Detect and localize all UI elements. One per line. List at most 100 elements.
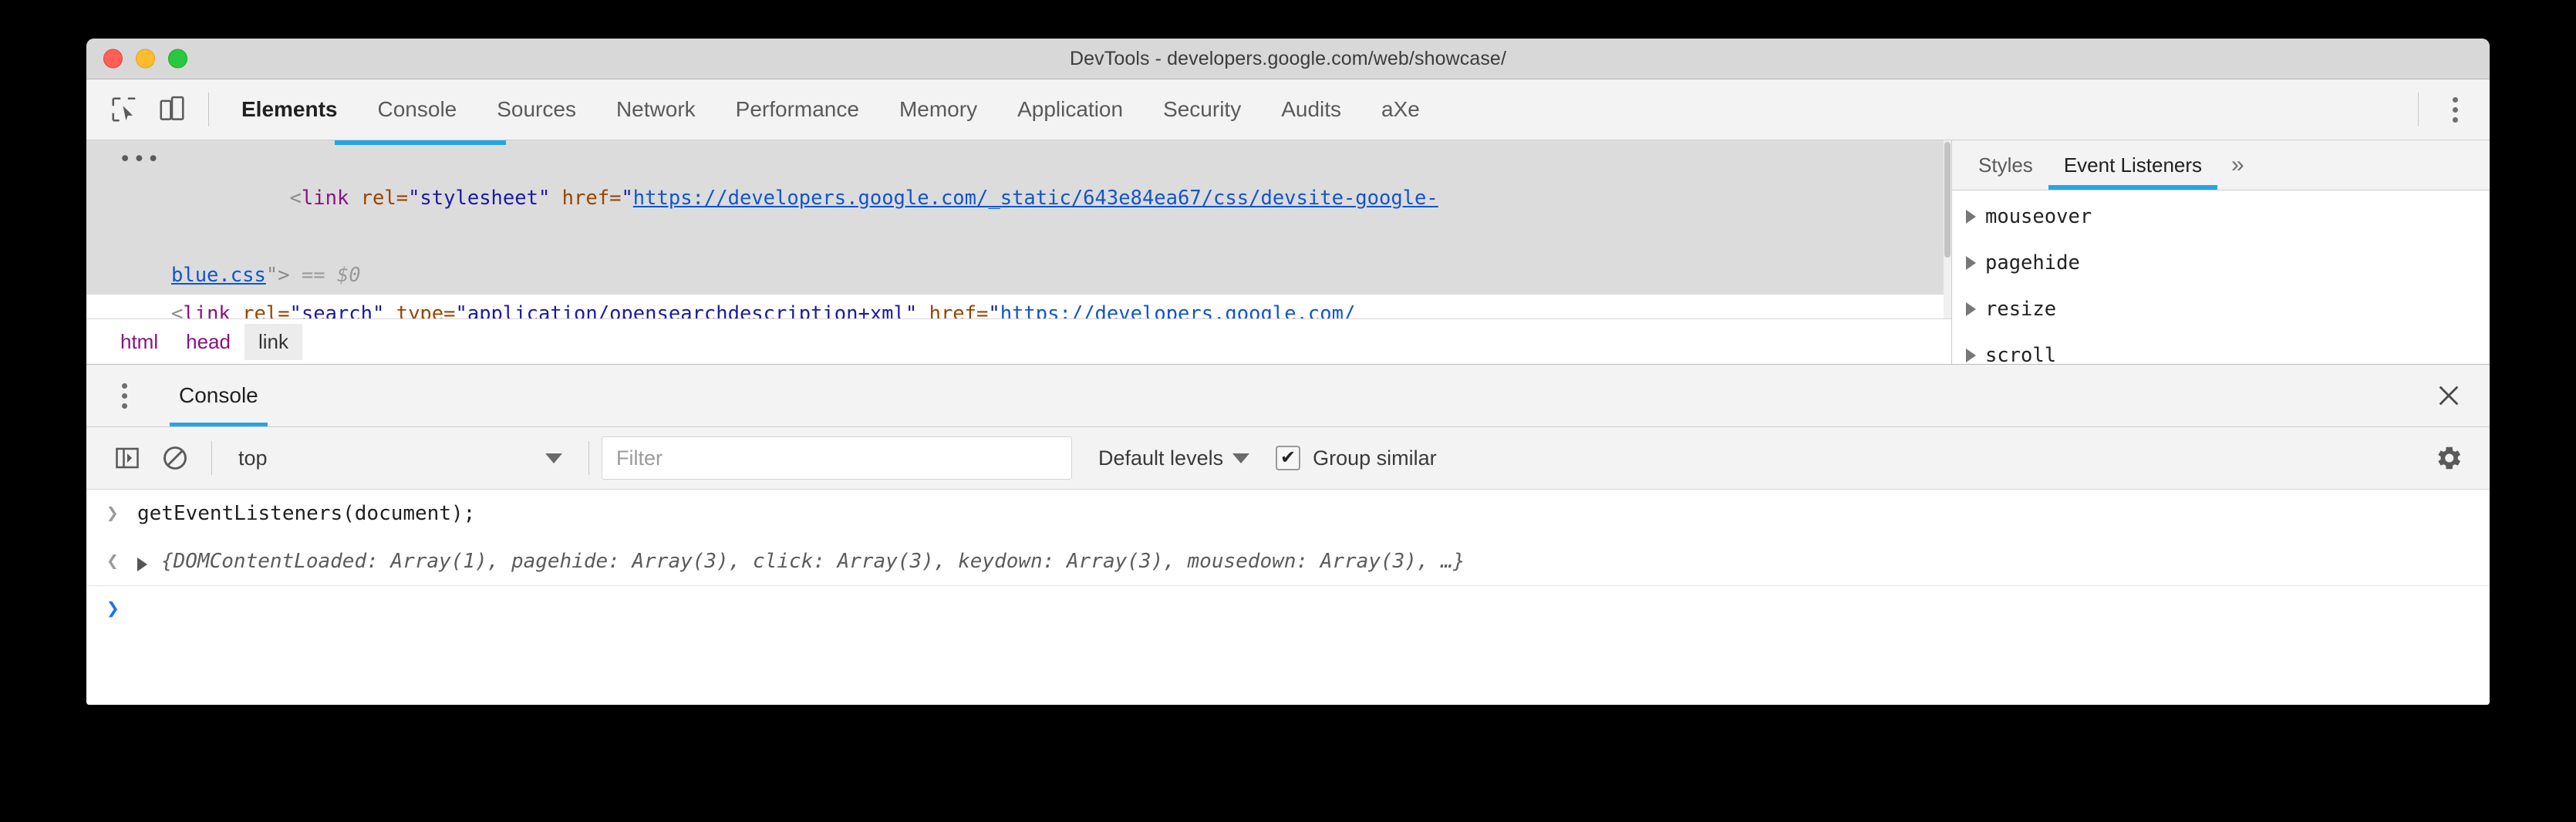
dom-node-line-1: ••• <link rel="stylesheet" href="https://… — [86, 140, 1951, 256]
execution-context-value: top — [238, 446, 268, 470]
close-glyph — [2436, 382, 2462, 409]
chevron-down-icon — [1232, 453, 1249, 463]
dom1-val-rel: "stylesheet" — [408, 187, 550, 210]
input-chevron-icon: ❯ — [106, 497, 123, 531]
dot-2 — [2453, 107, 2458, 113]
dom1-open: < — [290, 187, 302, 210]
listener-label: mouseover — [1985, 194, 2092, 240]
tab-elements[interactable]: Elements — [221, 79, 358, 140]
tab-axe[interactable]: aXe — [1361, 79, 1440, 140]
tab-event-listeners[interactable]: Event Listeners — [2048, 140, 2217, 190]
tab-network[interactable]: Network — [596, 79, 716, 140]
event-listeners-list: mouseover pagehide resize scroll — [1952, 190, 2490, 364]
dom1-attr-rel: rel= — [349, 187, 408, 210]
sidebar-tabbar: Styles Event Listeners » — [1952, 140, 2490, 190]
dot-3 — [2453, 117, 2458, 123]
console-prompt-row[interactable]: ❯ — [86, 586, 2490, 630]
inspect-element-icon[interactable] — [100, 86, 148, 133]
listener-label: pagehide — [1985, 240, 2080, 286]
dom1-attr-href: href= — [550, 187, 621, 210]
log-level-label: Default levels — [1098, 446, 1223, 470]
console-result-text: {DOMContentLoaded: Array(1), pagehide: A… — [161, 544, 1465, 578]
console-sidebar-glyph — [113, 444, 141, 472]
listener-label: scroll — [1985, 332, 2056, 364]
sidebar-overflow-icon[interactable]: » — [2217, 140, 2258, 190]
device-toolbar-icon[interactable] — [148, 86, 196, 133]
prompt-chevron-icon: ❯ — [106, 595, 120, 621]
toolbar-divider — [208, 93, 209, 126]
devtools-main-menu-icon[interactable] — [2431, 86, 2479, 133]
tab-console[interactable]: Console — [358, 79, 477, 140]
dom1-tag: link — [302, 187, 349, 210]
devtools-window: DevTools - developers.google.com/web/sho… — [86, 39, 2490, 705]
dom1-close: "> — [266, 264, 290, 287]
dot-1 — [2453, 97, 2458, 103]
expand-triangle-icon[interactable] — [1966, 210, 1976, 224]
close-icon[interactable] — [2423, 370, 2474, 421]
log-level-select[interactable]: Default levels — [1098, 446, 1249, 470]
group-similar-toggle[interactable]: ✔ Group similar — [1276, 446, 1437, 470]
window-titlebar: DevTools - developers.google.com/web/sho… — [86, 39, 2490, 79]
dom-tree-pane[interactable]: •••<link rel="stylesheet" href="https://… — [86, 140, 1952, 364]
console-toolbar-divider-2 — [588, 441, 589, 475]
dom-node-line-2: blue.css"> == $0 — [86, 256, 1951, 295]
tab-memory[interactable]: Memory — [879, 79, 997, 140]
clear-console-glyph — [161, 444, 189, 472]
group-similar-checkbox[interactable]: ✔ — [1276, 446, 1300, 470]
dom1-selected-marker: == $0 — [290, 264, 361, 287]
listener-row-pagehide[interactable]: pagehide — [1952, 240, 2490, 286]
gear-glyph — [2434, 443, 2463, 473]
dot-3 — [122, 403, 127, 409]
output-chevron-icon: ❮ — [106, 544, 123, 578]
tab-application[interactable]: Application — [997, 79, 1143, 140]
dom1-href-link-part1[interactable]: https://developers.google.com/_static/64… — [633, 187, 1438, 210]
console-drawer: Console — [86, 364, 2490, 705]
drawer-tabbar: Console — [86, 365, 2490, 427]
breadcrumb-item-html[interactable]: html — [106, 324, 172, 360]
console-input-row: ❯ getEventListeners(document); — [86, 490, 2490, 537]
expand-triangle-icon[interactable] — [1966, 256, 1976, 270]
dom-node-link-stylesheet[interactable]: ••• <link rel="stylesheet" href="https://… — [86, 140, 1951, 295]
gear-icon[interactable] — [2423, 433, 2474, 483]
tab-audits[interactable]: Audits — [1261, 79, 1361, 140]
listener-row-mouseover[interactable]: mouseover — [1952, 194, 2490, 240]
drawer-tab-console[interactable]: Console — [159, 365, 278, 426]
dom-ellipsis-badge[interactable]: ••• — [119, 151, 161, 168]
group-similar-label: Group similar — [1313, 446, 1437, 470]
tab-performance[interactable]: Performance — [716, 79, 879, 140]
dom1-href-link-part2[interactable]: blue.css — [171, 264, 266, 287]
breadcrumb-item-head[interactable]: head — [172, 324, 244, 360]
tab-sources[interactable]: Sources — [477, 79, 596, 140]
chevron-down-icon — [545, 453, 562, 463]
elements-sidebar: Styles Event Listeners » mouseover pageh… — [1952, 140, 2490, 364]
devtools-main-tabbar: Elements Console Sources Network Perform… — [86, 79, 2490, 140]
console-toolbar: top Default levels ✔ Group similar — [86, 427, 2490, 490]
tab-styles[interactable]: Styles — [1963, 140, 2048, 190]
expand-triangle-icon[interactable] — [1966, 302, 1976, 316]
tab-security[interactable]: Security — [1143, 79, 1261, 140]
window-title: DevTools - developers.google.com/web/sho… — [86, 39, 2490, 79]
elements-panel-row: •••<link rel="stylesheet" href="https://… — [86, 140, 2490, 364]
console-input-text: getEventListeners(document); — [137, 497, 475, 531]
console-toolbar-divider-1 — [211, 441, 212, 475]
dot-2 — [122, 393, 127, 399]
dom1-quote-open: " — [621, 187, 632, 210]
listener-row-scroll[interactable]: scroll — [1952, 332, 2490, 364]
console-result-row: ❮ {DOMContentLoaded: Array(1), pagehide:… — [86, 537, 2490, 586]
expand-triangle-icon[interactable] — [1966, 349, 1976, 362]
filter-input[interactable] — [602, 436, 1072, 480]
dot-1 — [122, 383, 127, 389]
dom-tree-scrollbar-thumb[interactable] — [1944, 142, 1951, 258]
console-output[interactable]: ❯ getEventListeners(document); ❮ {DOMCon… — [86, 490, 2490, 705]
device-toolbar-glyph — [157, 95, 187, 124]
toolbar-divider-right — [2418, 93, 2419, 126]
expand-object-triangle-icon[interactable] — [137, 558, 147, 571]
breadcrumb-item-link[interactable]: link — [244, 324, 302, 360]
breadcrumb: html head link — [86, 318, 1951, 364]
listener-row-resize[interactable]: resize — [1952, 286, 2490, 332]
clear-console-icon[interactable] — [151, 434, 199, 482]
drawer-menu-icon[interactable] — [100, 372, 148, 419]
console-sidebar-icon[interactable] — [103, 434, 151, 482]
listener-label: resize — [1985, 286, 2056, 332]
execution-context-select[interactable]: top — [224, 436, 576, 480]
